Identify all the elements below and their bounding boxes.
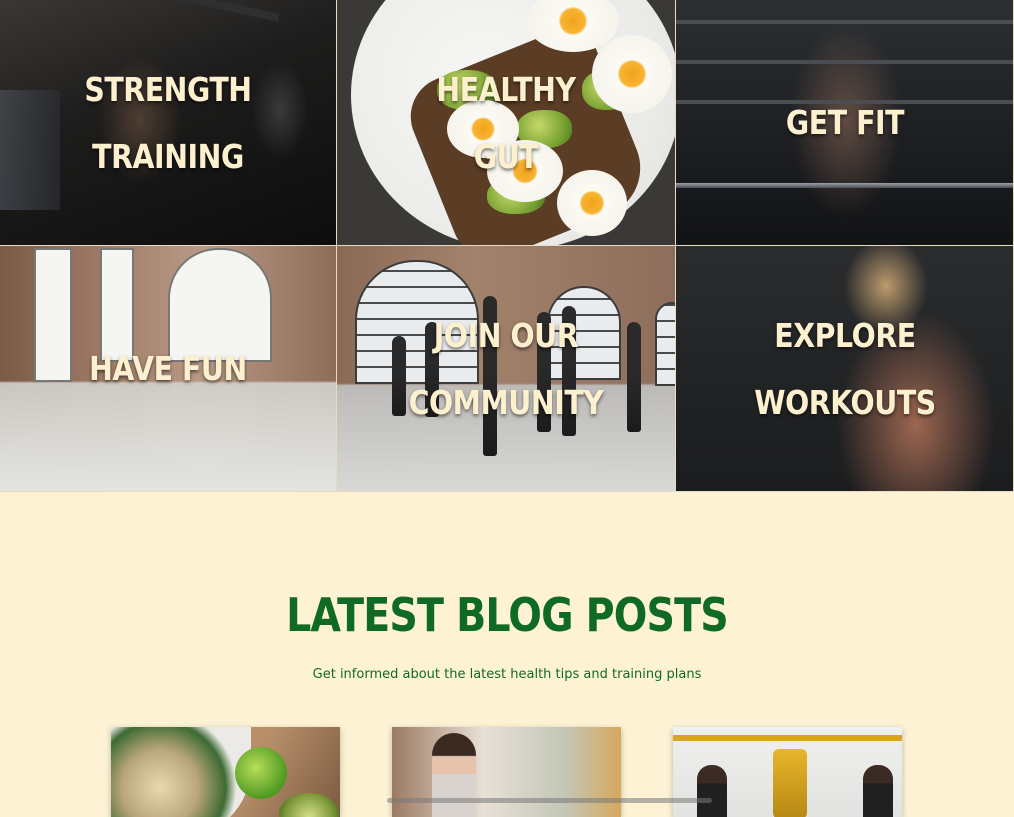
tile-get-fit[interactable]: GET FIT xyxy=(676,0,1014,246)
tile-label-explore-workouts: EXPLORE WORKOUTS xyxy=(753,315,936,422)
tile-have-fun[interactable]: HAVE FUN xyxy=(0,246,337,492)
horizontal-scrollbar[interactable] xyxy=(387,798,712,803)
blog-section-title: LATEST BLOG POSTS xyxy=(286,588,729,642)
tile-strength-training[interactable]: STRENGTH TRAINING xyxy=(0,0,337,246)
tile-explore-workouts[interactable]: EXPLORE WORKOUTS xyxy=(676,246,1014,492)
tile-label-healthy-gut: HEALTHY GUT xyxy=(436,69,576,176)
tile-healthy-gut[interactable]: HEALTHY GUT xyxy=(337,0,676,246)
category-tile-grid: STRENGTH TRAINING HEALTHY GUT GET FIT HA… xyxy=(0,0,1014,492)
blog-card-runner[interactable] xyxy=(392,727,621,817)
boxing-photo xyxy=(773,749,807,817)
tile-label-have-fun: HAVE FUN xyxy=(89,349,247,388)
blog-card-boxing[interactable] xyxy=(673,727,902,817)
tile-label-strength-training: STRENGTH TRAINING xyxy=(84,69,252,176)
tile-label-join-our-community: JOIN OUR COMMUNITY xyxy=(408,315,604,422)
blog-card-healthy-bowl[interactable] xyxy=(111,727,340,817)
runner-photo xyxy=(432,733,476,817)
blog-section-subtitle: Get informed about the latest health tip… xyxy=(312,667,702,682)
tile-join-our-community[interactable]: JOIN OUR COMMUNITY xyxy=(337,246,676,492)
healthy-bowl-photo xyxy=(111,727,251,817)
tile-label-get-fit: GET FIT xyxy=(785,103,904,142)
